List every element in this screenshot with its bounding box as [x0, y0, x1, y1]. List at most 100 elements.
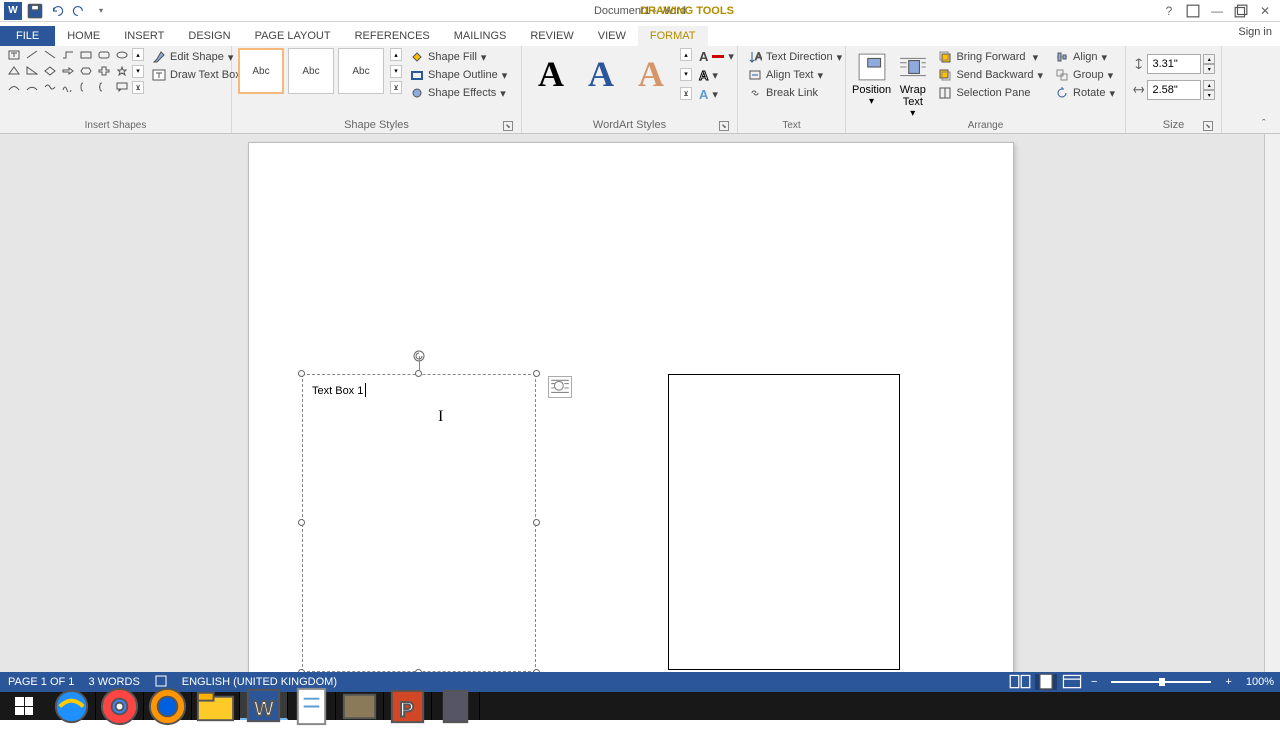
height-down-icon[interactable]: ▾ [1203, 64, 1215, 74]
shape-line2-icon[interactable] [42, 48, 58, 62]
wa-gallery-more-icon[interactable]: ⊻ [680, 87, 692, 100]
shape-outline-button[interactable]: Shape Outline ▾ [406, 66, 511, 84]
shape-rtriangle-icon[interactable] [24, 64, 40, 78]
shape-style-3[interactable]: Abc [338, 48, 384, 94]
tab-mailings[interactable]: MAILINGS [442, 26, 519, 46]
print-layout-icon[interactable] [1035, 674, 1057, 690]
text-box-1[interactable]: Text Box 1 I [302, 374, 536, 672]
shape-fill-button[interactable]: Shape Fill ▾ [406, 48, 511, 66]
sign-in-link[interactable]: Sign in [1238, 26, 1272, 38]
minimize-icon[interactable]: — [1210, 4, 1224, 18]
text-direction-button[interactable]: AText Direction ▾ [744, 48, 846, 66]
shapes-gallery[interactable] [6, 48, 130, 94]
tab-file[interactable]: FILE [0, 26, 55, 46]
tab-design[interactable]: DESIGN [176, 26, 242, 46]
shape-curve-icon[interactable] [6, 80, 22, 94]
wa-gallery-up-icon[interactable]: ▴ [680, 48, 692, 61]
text-box-2[interactable] [668, 374, 900, 670]
wordart-style-1[interactable]: A [528, 48, 574, 100]
wordart-launcher-icon[interactable]: ⬊ [719, 121, 729, 131]
shape-hexagon-icon[interactable] [78, 64, 94, 78]
break-link-button[interactable]: Break Link [744, 84, 846, 102]
wordart-style-2[interactable]: A [578, 48, 624, 100]
shape-freeform-icon[interactable] [42, 80, 58, 94]
shape-callout-icon[interactable] [114, 80, 130, 94]
web-layout-icon[interactable] [1061, 674, 1083, 690]
width-up-icon[interactable]: ▴ [1203, 80, 1215, 90]
zoom-level[interactable]: 100% [1246, 676, 1274, 688]
taskbar-app2-icon[interactable] [432, 692, 480, 720]
start-button[interactable] [0, 692, 48, 720]
taskbar-powerpoint-icon[interactable]: P [384, 692, 432, 720]
tab-references[interactable]: REFERENCES [343, 26, 442, 46]
taskbar-firefox-icon[interactable] [144, 692, 192, 720]
zoom-out-button[interactable]: − [1087, 676, 1101, 688]
resize-handle-n[interactable] [415, 370, 422, 377]
text-box-1-frame[interactable] [302, 374, 536, 672]
shape-textbox-icon[interactable] [6, 48, 22, 62]
resize-handle-nw[interactable] [298, 370, 305, 377]
resize-handle-e[interactable] [533, 519, 540, 526]
wordart-gallery[interactable]: A A A ▴ ▾ ⊻ [528, 48, 692, 100]
text-outline-button[interactable]: A ▾ [698, 67, 735, 84]
edit-shape-button[interactable]: Edit Shape ▾ [148, 48, 245, 66]
bring-forward-button[interactable]: Bring Forward ▾ [934, 48, 1047, 66]
tab-insert[interactable]: INSERT [112, 26, 176, 46]
shape-brace-icon[interactable] [96, 80, 112, 94]
tab-home[interactable]: HOME [55, 26, 112, 46]
layout-options-button[interactable] [548, 376, 572, 398]
shape-style-1[interactable]: Abc [238, 48, 284, 94]
align-button[interactable]: Align ▾ [1051, 48, 1119, 66]
shape-scribble-icon[interactable] [60, 80, 76, 94]
gallery-down-icon[interactable]: ▾ [132, 65, 144, 78]
ss-gallery-up-icon[interactable]: ▴ [390, 48, 402, 61]
size-launcher-icon[interactable]: ⬊ [1203, 121, 1213, 131]
shape-connector-icon[interactable] [60, 48, 76, 62]
wrap-text-button[interactable]: Wrap Text▾ [895, 48, 930, 119]
qat-more-icon[interactable]: ▾ [92, 2, 110, 20]
wa-gallery-down-icon[interactable]: ▾ [680, 68, 692, 81]
text-effects-button[interactable]: A ▾ [698, 86, 735, 103]
ss-gallery-more-icon[interactable]: ⊻ [390, 81, 402, 94]
save-icon[interactable] [26, 2, 44, 20]
shape-plus-icon[interactable] [96, 64, 112, 78]
help-icon[interactable]: ? [1162, 4, 1176, 18]
taskbar-chrome-icon[interactable] [96, 692, 144, 720]
read-mode-icon[interactable] [1009, 674, 1031, 690]
tab-view[interactable]: VIEW [586, 26, 638, 46]
undo-icon[interactable] [48, 2, 66, 20]
ss-gallery-down-icon[interactable]: ▾ [390, 65, 402, 78]
shape-styles-gallery[interactable]: Abc Abc Abc ▴ ▾ ⊻ [238, 48, 402, 94]
shape-oval-icon[interactable] [114, 48, 130, 62]
taskbar-notepad-icon[interactable] [288, 692, 336, 720]
wordart-style-3[interactable]: A [628, 48, 674, 100]
shape-styles-launcher-icon[interactable]: ⬊ [503, 121, 513, 131]
selection-pane-button[interactable]: Selection Pane [934, 84, 1047, 102]
taskbar-word-icon[interactable]: W [240, 692, 288, 720]
collapse-ribbon-icon[interactable]: ˆ [1262, 118, 1276, 132]
draw-text-box-button[interactable]: Draw Text Box [148, 66, 245, 84]
height-input[interactable] [1147, 54, 1201, 74]
group-button[interactable]: Group ▾ [1051, 66, 1119, 84]
shape-bracket-icon[interactable] [78, 80, 94, 94]
send-backward-button[interactable]: Send Backward ▾ [934, 66, 1047, 84]
close-icon[interactable]: ✕ [1258, 4, 1272, 18]
taskbar-explorer-icon[interactable] [192, 692, 240, 720]
gallery-up-icon[interactable]: ▴ [132, 48, 144, 61]
shape-arc-icon[interactable] [24, 80, 40, 94]
rotate-button[interactable]: Rotate ▾ [1051, 84, 1119, 102]
shape-roundrect-icon[interactable] [96, 48, 112, 62]
zoom-slider[interactable] [1111, 681, 1211, 683]
text-fill-button[interactable]: A ▾ [698, 48, 735, 65]
gallery-more-icon[interactable]: ⊻ [132, 81, 144, 94]
shape-line-icon[interactable] [24, 48, 40, 62]
redo-icon[interactable] [70, 2, 88, 20]
tab-review[interactable]: REVIEW [518, 26, 585, 46]
shape-diamond-icon[interactable] [42, 64, 58, 78]
taskbar-app1-icon[interactable] [336, 692, 384, 720]
zoom-in-button[interactable]: + [1221, 676, 1235, 688]
taskbar-ie-icon[interactable] [48, 692, 96, 720]
height-up-icon[interactable]: ▴ [1203, 54, 1215, 64]
shape-effects-button[interactable]: Shape Effects ▾ [406, 84, 511, 102]
maximize-icon[interactable] [1234, 4, 1248, 18]
